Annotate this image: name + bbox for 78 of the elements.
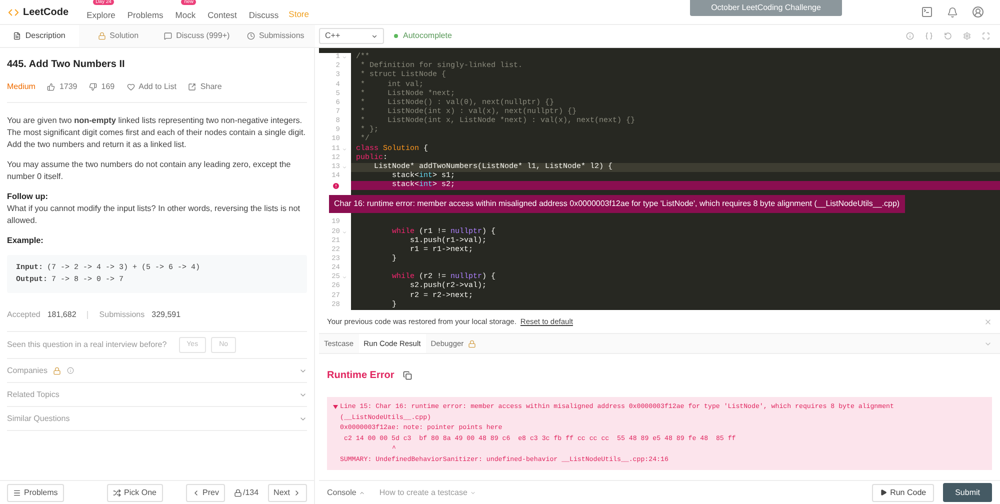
- info-icon: [67, 367, 74, 374]
- run-code-button[interactable]: Run Code: [872, 484, 934, 502]
- settings-icon[interactable]: [963, 32, 971, 40]
- problems-button[interactable]: Problems: [7, 484, 64, 502]
- fold-icon[interactable]: [342, 164, 347, 170]
- description-paragraph: You may assume the two numbers do not contain any leading zero, except the number 0 itself.: [7, 159, 292, 183]
- nav-link[interactable]: Contest: [208, 10, 237, 20]
- collapsible-section[interactable]: Related Topics: [7, 383, 307, 407]
- lock-icon: [98, 32, 106, 40]
- chevron-up-icon: [359, 490, 366, 496]
- collapsible-section[interactable]: Similar Questions: [7, 407, 307, 431]
- difficulty-label: Medium: [7, 81, 36, 93]
- menu-icon: [13, 488, 21, 496]
- caret-icon[interactable]: [333, 405, 338, 409]
- fold-icon[interactable]: [342, 146, 347, 152]
- fold-icon[interactable]: [342, 55, 347, 60]
- description-paragraph: You are given two non-empty linked lists representing two non-negative integers. The most significant digit comes first and each of their nodes contain a single digit. Add the two numbers and return it as a linked list.: [7, 115, 307, 151]
- notification-icon[interactable]: [947, 6, 958, 18]
- error-tooltip: Char 16: runtime error: member access within misaligned address 0x0000003f12ae for type 'ListNode', which requires 8 byte alignment (__ListNodeUtils__.cpp): [329, 195, 905, 214]
- avatar-icon[interactable]: [972, 6, 984, 18]
- pick-one-button[interactable]: Pick One: [107, 484, 163, 502]
- copy-icon[interactable]: [403, 371, 412, 380]
- panel-tab[interactable]: Discuss (999+): [158, 25, 236, 47]
- problem-title: 445. Add Two Numbers II: [7, 58, 126, 72]
- nav-link[interactable]: Mock: [175, 10, 196, 20]
- dislike-button[interactable]: 169: [89, 81, 115, 93]
- nav-link[interactable]: Problems: [127, 10, 164, 20]
- follow-up-heading: Follow up:: [7, 191, 49, 203]
- braces-icon[interactable]: [925, 32, 933, 40]
- clock-icon: [246, 32, 255, 40]
- result-title: Runtime Error: [327, 369, 394, 383]
- console-button[interactable]: Console: [327, 486, 366, 498]
- close-icon[interactable]: [984, 318, 992, 326]
- chevron-down-icon: [371, 32, 378, 40]
- heart-icon: [126, 83, 135, 91]
- submissions-label: Submissions: [99, 309, 145, 321]
- next-button[interactable]: Next: [268, 484, 307, 502]
- logo-icon[interactable]: [8, 6, 19, 18]
- submit-button[interactable]: Submit: [943, 483, 992, 502]
- thumbs-up-icon: [47, 83, 56, 91]
- fold-icon[interactable]: [342, 275, 347, 280]
- challenge-banner[interactable]: October LeetCoding Challenge: [690, 0, 842, 16]
- lock-icon: [234, 488, 242, 496]
- prev-button[interactable]: Prev: [186, 484, 225, 502]
- chevron-down-icon: [470, 490, 476, 496]
- share-button[interactable]: Share: [188, 81, 222, 93]
- thumbs-down-icon: [89, 83, 98, 91]
- language-select[interactable]: C++: [319, 28, 384, 44]
- nav-link[interactable]: Explore: [86, 10, 116, 20]
- accepted-label: Accepted: [7, 309, 40, 321]
- autocomplete-toggle[interactable]: Autocomplete: [403, 30, 452, 42]
- accepted-count: 181,682: [47, 309, 76, 321]
- document-icon: [13, 32, 22, 40]
- logo-text[interactable]: LeetCode: [23, 4, 69, 20]
- fullscreen-icon[interactable]: [982, 32, 990, 40]
- add-to-list-button[interactable]: Add to List: [126, 81, 176, 93]
- like-button[interactable]: 1739: [47, 81, 78, 93]
- panel-tab[interactable]: Solution: [78, 25, 158, 47]
- panel-tab[interactable]: Submissions: [236, 25, 315, 47]
- submissions-count: 329,591: [152, 309, 181, 321]
- shuffle-icon: [113, 488, 122, 496]
- problem-counter: /134: [242, 486, 259, 498]
- play-icon: [880, 489, 888, 496]
- share-icon: [188, 83, 196, 91]
- chevron-right-icon: [293, 488, 301, 496]
- code-editor[interactable]: [319, 48, 1000, 310]
- terminal-icon[interactable]: [921, 6, 933, 18]
- info-icon[interactable]: [906, 32, 914, 40]
- panel-tab[interactable]: Description: [0, 25, 79, 47]
- reset-icon[interactable]: [944, 32, 952, 40]
- interview-question: Seen this question in a real interview before?: [7, 339, 167, 351]
- nav-link[interactable]: Discuss: [248, 10, 279, 20]
- testcase-help-link[interactable]: How to create a testcase: [379, 486, 476, 498]
- follow-up-text: What if you cannot modify the input lists? In other words, reversing the lists is not allowed.: [7, 203, 302, 227]
- error-marker-icon[interactable]: [332, 182, 340, 190]
- chat-icon: [164, 32, 172, 40]
- example-heading: Example:: [7, 235, 44, 247]
- fold-icon[interactable]: [342, 230, 347, 234]
